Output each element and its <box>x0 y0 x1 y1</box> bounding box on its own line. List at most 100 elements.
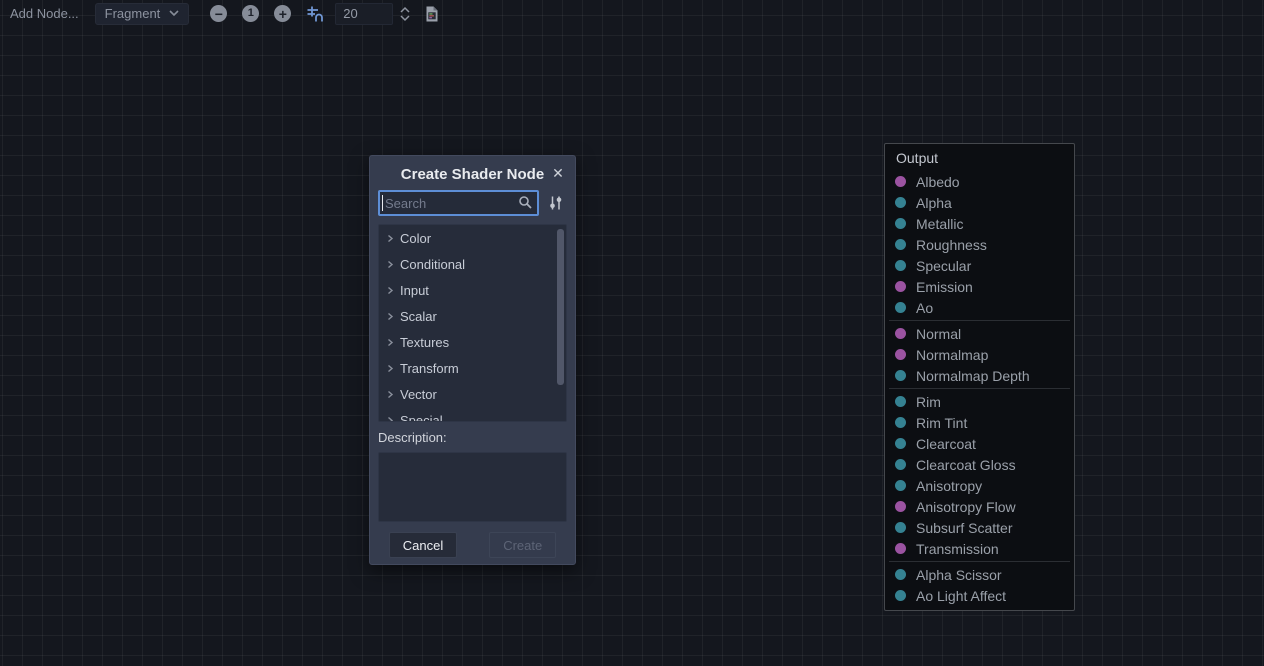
chevron-right-icon[interactable] <box>386 260 394 269</box>
port-label: Subsurf Scatter <box>916 520 1013 536</box>
port-normal: Normal <box>885 323 1074 344</box>
graph-canvas[interactable]: { "toolbar": { "add_node_label": "Add No… <box>0 0 1264 666</box>
port-handle[interactable] <box>895 349 906 360</box>
port-handle[interactable] <box>895 176 906 187</box>
port-label: Anisotropy Flow <box>916 499 1016 515</box>
dialog-title: Create Shader Node <box>378 164 567 186</box>
port-handle[interactable] <box>895 396 906 407</box>
port-ao: Ao <box>885 297 1074 318</box>
port-handle[interactable] <box>895 370 906 381</box>
port-clearcoat-gloss: Clearcoat Gloss <box>885 454 1074 475</box>
shader-stage-label: Fragment <box>105 6 161 21</box>
create-button[interactable]: Create <box>489 532 556 558</box>
tree-item-transform[interactable]: Transform <box>379 355 566 381</box>
chevron-right-icon[interactable] <box>386 312 394 321</box>
dialog-title-bar[interactable]: Create Shader Node ✕ <box>378 164 567 188</box>
chevron-right-icon[interactable] <box>386 416 394 423</box>
port-handle[interactable] <box>895 239 906 250</box>
port-label: Ao <box>916 300 933 316</box>
port-handle[interactable] <box>895 480 906 491</box>
port-handle[interactable] <box>895 260 906 271</box>
close-icon[interactable]: ✕ <box>549 164 567 182</box>
scrollbar-thumb[interactable] <box>557 229 564 385</box>
tree-item-label: Conditional <box>400 257 465 272</box>
port-roughness: Roughness <box>885 234 1074 255</box>
zoom-reset-button[interactable]: 1 <box>242 5 259 22</box>
zoom-in-button[interactable]: + <box>274 5 291 22</box>
port-label: Normal <box>916 326 961 342</box>
port-group-separator <box>889 320 1070 321</box>
port-rim: Rim <box>885 391 1074 412</box>
port-label: Normalmap Depth <box>916 368 1030 384</box>
chevron-right-icon[interactable] <box>386 286 394 295</box>
port-handle[interactable] <box>895 543 906 554</box>
chevron-right-icon[interactable] <box>386 364 394 373</box>
port-handle[interactable] <box>895 218 906 229</box>
port-handle[interactable] <box>895 302 906 313</box>
search-input[interactable] <box>378 190 539 216</box>
port-handle[interactable] <box>895 197 906 208</box>
description-box <box>378 452 567 522</box>
spinner-updown-icon[interactable] <box>398 6 412 22</box>
zoom-out-button[interactable]: − <box>210 5 227 22</box>
tree-item-scalar[interactable]: Scalar <box>379 303 566 329</box>
cancel-button[interactable]: Cancel <box>389 532 457 558</box>
chevron-right-icon[interactable] <box>386 390 394 399</box>
port-label: Albedo <box>916 174 960 190</box>
port-group-separator <box>889 388 1070 389</box>
port-handle[interactable] <box>895 417 906 428</box>
snap-distance-input[interactable]: 20 <box>335 3 393 25</box>
tree-item-color[interactable]: Color <box>379 225 566 251</box>
search-icon <box>518 195 533 215</box>
port-label: Alpha Scissor <box>916 567 1002 583</box>
chevron-right-icon[interactable] <box>386 338 394 347</box>
port-alpha-scissor: Alpha Scissor <box>885 564 1074 585</box>
port-handle[interactable] <box>895 438 906 449</box>
port-handle[interactable] <box>895 281 906 292</box>
tree-item-label: Vector <box>400 387 437 402</box>
output-node-title[interactable]: Output <box>896 150 1074 166</box>
port-label: Ao Light Affect <box>916 588 1006 604</box>
tree-item-label: Transform <box>400 361 459 376</box>
port-handle[interactable] <box>895 590 906 601</box>
chevron-right-icon[interactable] <box>386 234 394 243</box>
port-label: Transmission <box>916 541 999 557</box>
port-handle[interactable] <box>895 501 906 512</box>
tree-item-textures[interactable]: Textures <box>379 329 566 355</box>
port-handle[interactable] <box>895 328 906 339</box>
snap-distance-value: 20 <box>343 6 357 21</box>
port-emission: Emission <box>885 276 1074 297</box>
tree-item-vector[interactable]: Vector <box>379 381 566 407</box>
port-handle[interactable] <box>895 522 906 533</box>
port-specular: Specular <box>885 255 1074 276</box>
port-normalmap-depth: Normalmap Depth <box>885 365 1074 386</box>
port-handle[interactable] <box>895 569 906 580</box>
tree-item-label: Special <box>400 413 443 423</box>
port-clearcoat: Clearcoat <box>885 433 1074 454</box>
port-label: Roughness <box>916 237 987 253</box>
port-label: Normalmap <box>916 347 988 363</box>
tree-item-label: Input <box>400 283 429 298</box>
shader-stage-dropdown[interactable]: Fragment <box>95 3 190 25</box>
add-node-button[interactable]: Add Node... <box>10 6 79 21</box>
snap-grid-toggle[interactable] <box>307 6 323 22</box>
shader-script-icon[interactable] <box>424 6 440 22</box>
output-node[interactable]: Output Albedo Alpha Metallic Roughness S… <box>884 143 1075 611</box>
port-label: Clearcoat Gloss <box>916 457 1016 473</box>
tree-item-input[interactable]: Input <box>379 277 566 303</box>
filter-options-icon[interactable] <box>545 192 567 214</box>
tree-item-special[interactable]: Special <box>379 407 566 422</box>
port-label: Metallic <box>916 216 963 232</box>
graph-toolbar: Add Node... Fragment − 1 + 20 <box>0 0 1264 27</box>
chevron-down-icon <box>169 10 179 17</box>
tree-item-conditional[interactable]: Conditional <box>379 251 566 277</box>
port-transmission: Transmission <box>885 538 1074 559</box>
port-rim-tint: Rim Tint <box>885 412 1074 433</box>
port-label: Rim Tint <box>916 415 967 431</box>
tree-item-label: Color <box>400 231 431 246</box>
port-handle[interactable] <box>895 459 906 470</box>
port-anisotropy: Anisotropy <box>885 475 1074 496</box>
tree-scrollbar[interactable] <box>557 227 564 421</box>
port-label: Rim <box>916 394 941 410</box>
port-ao-light-affect: Ao Light Affect <box>885 585 1074 606</box>
